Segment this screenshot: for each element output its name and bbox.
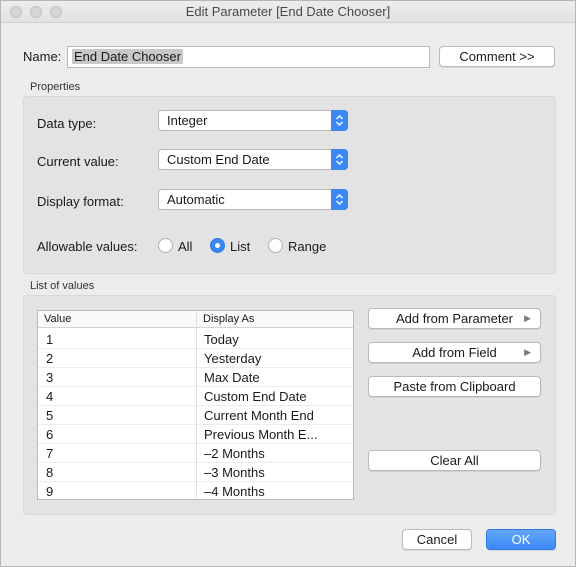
display-format-select[interactable]: Automatic (158, 189, 348, 210)
table-row[interactable]: 1 Today (38, 330, 353, 349)
table-row[interactable]: 4 Custom End Date (38, 387, 353, 406)
clear-all-button[interactable]: Clear All (368, 450, 541, 471)
table-row[interactable]: 5 Current Month End (38, 406, 353, 425)
display-format-value: Automatic (167, 192, 225, 207)
row-value: 2 (46, 351, 54, 366)
paste-from-clipboard-button[interactable]: Paste from Clipboard (368, 376, 541, 397)
table-row[interactable]: 8 –3 Months (38, 463, 353, 482)
current-value-value: Custom End Date (167, 152, 270, 167)
row-value: 5 (46, 408, 54, 423)
triangle-right-icon: ▶ (524, 347, 531, 357)
add-from-field-button[interactable]: Add from Field ▶ (368, 342, 541, 363)
cancel-button[interactable]: Cancel (402, 529, 472, 550)
column-header-value[interactable]: Value (44, 313, 71, 325)
name-label: Name: (23, 49, 62, 64)
radio-list-label[interactable]: List (230, 239, 250, 254)
row-value: 1 (46, 332, 54, 347)
display-format-label: Display format: (37, 194, 124, 209)
row-display: –2 Months (204, 446, 265, 461)
row-display: Max Date (204, 370, 260, 385)
row-display: Yesterday (204, 351, 262, 366)
table-row[interactable]: 7 –2 Months (38, 444, 353, 463)
data-type-value: Integer (167, 113, 208, 128)
current-value-label: Current value: (37, 154, 119, 169)
table-row[interactable]: 2 Yesterday (38, 349, 353, 368)
name-input-value: End Date Chooser (72, 49, 183, 64)
chevron-up-down-icon (331, 110, 348, 131)
radio-range-label[interactable]: Range (288, 239, 326, 254)
radio-all[interactable] (158, 238, 173, 253)
window-title: Edit Parameter [End Date Chooser] (185, 4, 391, 19)
row-display: Previous Month E... (204, 427, 318, 442)
row-value: 7 (46, 446, 54, 461)
triangle-right-icon: ▶ (524, 313, 531, 323)
title-bar: Edit Parameter [End Date Chooser] (1, 1, 575, 23)
add-from-parameter-button[interactable]: Add from Parameter ▶ (368, 308, 541, 329)
edit-parameter-dialog: Edit Parameter [End Date Chooser] Name: … (0, 0, 576, 567)
row-value: 8 (46, 465, 54, 480)
chevron-up-down-icon (331, 189, 348, 210)
table-row[interactable]: 9 –4 Months (38, 482, 353, 499)
row-value: 4 (46, 389, 54, 404)
table-row[interactable]: 3 Max Date (38, 368, 353, 387)
data-type-select[interactable]: Integer (158, 110, 348, 131)
row-display: Today (204, 332, 239, 347)
list-of-values-group-label: List of values (30, 280, 95, 292)
row-display: –3 Months (204, 465, 265, 480)
chevron-up-down-icon (331, 149, 348, 170)
values-table[interactable]: Value Display As 1 Today 2 Yesterday 3 M… (37, 310, 354, 500)
ok-button[interactable]: OK (486, 529, 556, 550)
data-type-label: Data type: (37, 116, 97, 131)
current-value-select[interactable]: Custom End Date (158, 149, 348, 170)
radio-all-label[interactable]: All (178, 239, 192, 254)
add-from-parameter-label: Add from Parameter (395, 311, 514, 326)
row-value: 3 (46, 370, 54, 385)
add-from-field-label: Add from Field (412, 345, 497, 360)
row-display: Current Month End (204, 408, 314, 423)
table-row[interactable]: 6 Previous Month E... (38, 425, 353, 444)
column-header-display-as[interactable]: Display As (203, 313, 254, 325)
row-value: 9 (46, 484, 54, 499)
properties-group-label: Properties (30, 81, 81, 93)
comment-button[interactable]: Comment >> (439, 46, 555, 67)
name-input[interactable]: End Date Chooser (67, 46, 430, 68)
radio-range[interactable] (268, 238, 283, 253)
row-display: Custom End Date (204, 389, 307, 404)
radio-list[interactable] (210, 238, 225, 253)
row-value: 6 (46, 427, 54, 442)
row-display: –4 Months (204, 484, 265, 499)
allowable-values-label: Allowable values: (37, 239, 138, 254)
